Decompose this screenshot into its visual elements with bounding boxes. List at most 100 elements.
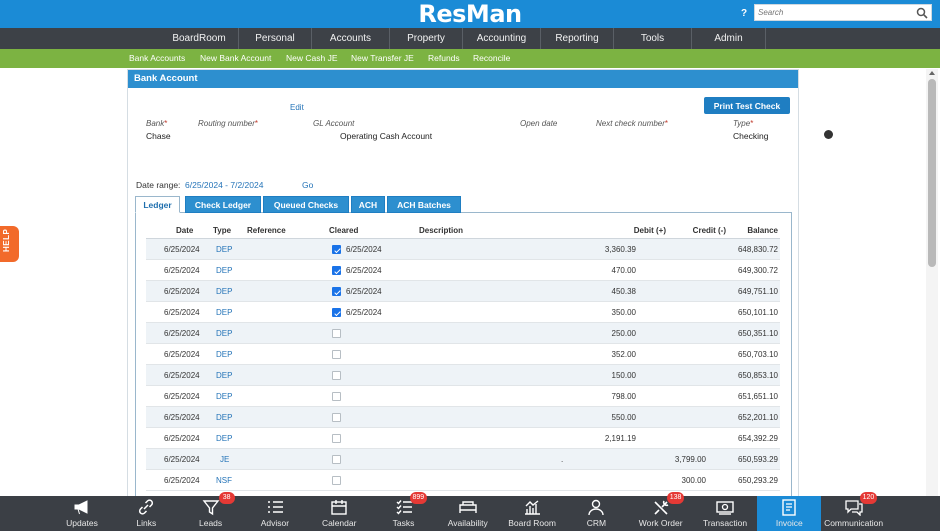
- subnav-new-bank-account[interactable]: New Bank Account: [200, 49, 271, 68]
- col-reference[interactable]: Reference: [247, 226, 286, 235]
- row-type-link[interactable]: DEP: [216, 287, 232, 296]
- notification-badge: 138: [666, 492, 685, 504]
- taskbar-updates[interactable]: Updates: [50, 496, 114, 531]
- notification-badge: 899: [409, 492, 428, 504]
- row-cleared-checkbox[interactable]: [332, 371, 341, 380]
- help-tab[interactable]: HELP: [0, 226, 19, 262]
- person-icon: [588, 499, 605, 516]
- taskbar-crm[interactable]: CRM: [564, 496, 628, 531]
- col-description[interactable]: Description: [419, 226, 463, 235]
- tab-ach-batches[interactable]: ACH Batches: [387, 196, 461, 213]
- col-cleared[interactable]: Cleared: [329, 226, 358, 235]
- table-row[interactable]: 6/25/2024 DEP 2,191.19 654,392.29: [146, 428, 780, 449]
- row-cleared-checkbox[interactable]: [332, 434, 341, 443]
- row-cleared-checkbox[interactable]: [332, 245, 341, 254]
- tab-queued-checks[interactable]: Queued Checks: [263, 196, 349, 213]
- table-row[interactable]: 6/25/2024 DEP 550.00 652,201.10: [146, 407, 780, 428]
- nav-accounts[interactable]: Accounts: [312, 28, 390, 49]
- scroll-up-arrow-icon[interactable]: [929, 71, 935, 75]
- table-row[interactable]: 6/25/2024 DEP 798.00 651,651.10: [146, 386, 780, 407]
- table-row[interactable]: 6/25/2024 DEP 6/25/2024 350.00 650,101.10: [146, 302, 780, 323]
- search-icon[interactable]: [916, 7, 928, 19]
- row-type-link[interactable]: DEP: [216, 245, 232, 254]
- go-link[interactable]: Go: [302, 180, 313, 190]
- taskbar-links[interactable]: Links: [114, 496, 178, 531]
- row-cleared-checkbox[interactable]: [332, 329, 341, 338]
- row-date: 6/25/2024: [164, 434, 200, 443]
- nav-reporting[interactable]: Reporting: [541, 28, 614, 49]
- nav-boardroom[interactable]: BoardRoom: [160, 28, 239, 49]
- row-type-link[interactable]: DEP: [216, 371, 232, 380]
- search-input[interactable]: [755, 5, 905, 20]
- row-type-link[interactable]: DEP: [216, 350, 232, 359]
- table-row[interactable]: 6/25/2024 DEP 150.00 650,853.10: [146, 365, 780, 386]
- subnav-refunds[interactable]: Refunds: [428, 49, 460, 68]
- row-cleared-checkbox[interactable]: [332, 308, 341, 317]
- table-row[interactable]: 6/25/2024 JE. 3,799.00 650,593.29: [146, 449, 780, 470]
- page-scrollbar[interactable]: [926, 69, 938, 497]
- gl-account-value: Operating Cash Account: [340, 131, 433, 141]
- panel-title: Bank Account: [128, 70, 798, 88]
- nav-accounting[interactable]: Accounting: [463, 28, 541, 49]
- col-balance[interactable]: Balance: [696, 226, 778, 235]
- taskbar-invoice[interactable]: Invoice: [757, 496, 822, 531]
- row-cleared-checkbox[interactable]: [332, 413, 341, 422]
- print-test-check-button[interactable]: Print Test Check: [704, 97, 790, 114]
- taskbar-advisor[interactable]: Advisor: [243, 496, 307, 531]
- nav-admin[interactable]: Admin: [692, 28, 766, 49]
- row-type-link[interactable]: DEP: [216, 392, 232, 401]
- taskbar-transaction[interactable]: Transaction: [693, 496, 757, 531]
- nav-tools[interactable]: Tools: [614, 28, 692, 49]
- row-type-link[interactable]: DEP: [216, 413, 232, 422]
- taskbar-board-room[interactable]: Board Room: [500, 496, 564, 531]
- row-debit: 250.00: [611, 329, 636, 338]
- row-type-link[interactable]: NSF: [216, 476, 232, 485]
- row-cleared-checkbox[interactable]: [332, 455, 341, 464]
- row-cleared-checkbox[interactable]: [332, 392, 341, 401]
- taskbar-work-order[interactable]: Work Order 138: [629, 492, 693, 531]
- ledger-header-row: Date Type Reference Cleared Description …: [146, 223, 780, 239]
- subnav-new-transfer-je[interactable]: New Transfer JE: [351, 49, 414, 68]
- table-row[interactable]: 6/25/2024 DEP 6/25/2024 3,360.39 648,830.72: [146, 239, 780, 260]
- taskbar-calendar[interactable]: Calendar: [307, 496, 371, 531]
- subnav-new-cash-je[interactable]: New Cash JE: [286, 49, 338, 68]
- table-row[interactable]: 6/25/2024 DEP 250.00 650,351.10: [146, 323, 780, 344]
- table-row[interactable]: 6/25/2024 DEP 352.00 650,703.10: [146, 344, 780, 365]
- taskbar-leads[interactable]: Leads 38: [179, 492, 243, 531]
- row-cleared-checkbox[interactable]: [332, 350, 341, 359]
- nav-property[interactable]: Property: [390, 28, 463, 49]
- scroll-thumb[interactable]: [928, 79, 936, 267]
- row-debit: 352.00: [611, 350, 636, 359]
- nav-personal[interactable]: Personal: [239, 28, 312, 49]
- date-range-value[interactable]: 6/25/2024 - 7/2/2024: [185, 180, 263, 190]
- megaphone-icon: [74, 500, 88, 515]
- taskbar-label: Board Room: [508, 518, 556, 528]
- row-type-link[interactable]: DEP: [216, 329, 232, 338]
- help-question-icon[interactable]: ?: [741, 8, 747, 19]
- subnav-bank-accounts[interactable]: Bank Accounts: [129, 49, 185, 68]
- row-date: 6/25/2024: [164, 287, 200, 296]
- table-row[interactable]: 6/25/2024 NSF 300.00 650,293.29: [146, 470, 780, 491]
- edit-link[interactable]: Edit: [290, 103, 304, 112]
- taskbar-communication[interactable]: Communication 120: [822, 492, 886, 531]
- row-balance: 650,853.10: [737, 371, 778, 380]
- col-date[interactable]: Date: [176, 226, 193, 235]
- taskbar-tasks[interactable]: Tasks 899: [372, 492, 436, 531]
- row-cleared-date: 6/25/2024: [346, 308, 382, 317]
- table-row[interactable]: 6/25/2024 DEP 6/25/2024 470.00 649,300.72: [146, 260, 780, 281]
- row-type-link[interactable]: DEP: [216, 308, 232, 317]
- taskbar-availability[interactable]: Availability: [436, 496, 500, 531]
- row-cleared-checkbox[interactable]: [332, 287, 341, 296]
- row-type-link[interactable]: DEP: [216, 434, 232, 443]
- row-type-link[interactable]: DEP: [216, 266, 232, 275]
- row-cleared-checkbox[interactable]: [332, 266, 341, 275]
- table-row[interactable]: 6/25/2024 DEP 6/25/2024 450.38 649,751.10: [146, 281, 780, 302]
- bed-icon: [459, 501, 477, 513]
- row-cleared-checkbox[interactable]: [332, 476, 341, 485]
- tab-check-ledger[interactable]: Check Ledger: [185, 196, 261, 213]
- subnav-reconcile[interactable]: Reconcile: [473, 49, 510, 68]
- tab-ach[interactable]: ACH: [351, 196, 385, 213]
- row-type-link[interactable]: JE: [220, 455, 229, 464]
- col-type[interactable]: Type: [213, 226, 231, 235]
- tab-ledger[interactable]: Ledger: [135, 196, 180, 213]
